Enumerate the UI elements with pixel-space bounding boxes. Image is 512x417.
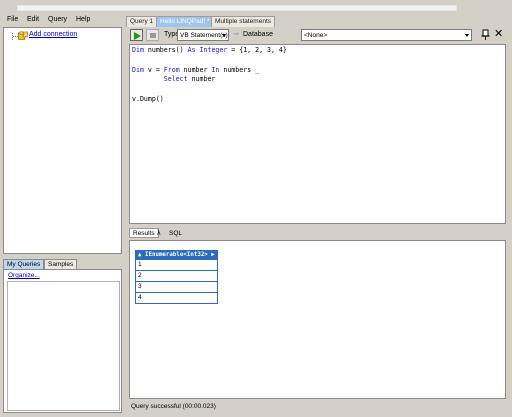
run-button[interactable]	[130, 29, 143, 41]
menu-bar: File Edit Query Help	[0, 14, 125, 26]
language-select[interactable]: VB Statement(s)	[177, 29, 229, 41]
code-editor[interactable]: Dim numbers() As Integer = {1, 2, 3, 4} …	[129, 44, 506, 224]
table-cell: 1	[135, 259, 218, 271]
table-row: 1	[135, 259, 218, 271]
menu-help[interactable]: Help	[76, 16, 90, 24]
keyword: Dim	[132, 66, 144, 74]
status-text: Query successful (00:00.023)	[131, 403, 216, 410]
menu-edit[interactable]: Edit	[27, 16, 39, 24]
my-queries-panel: Organize...	[3, 269, 122, 413]
code-line-4: Select number	[163, 75, 216, 83]
tab-samples[interactable]: Samples	[44, 259, 78, 269]
stop-button[interactable]	[146, 29, 159, 41]
table-row: 4	[135, 292, 218, 304]
results-pane: ▲ IEnumerable<Int32> ▶ 1 2 3 4	[129, 240, 506, 399]
tab-results[interactable]: Results	[129, 228, 159, 238]
keyword: In	[211, 66, 220, 74]
table-row: 2	[135, 270, 218, 282]
tab-hello-linqpad[interactable]: Hello LINQPad! *	[156, 16, 214, 27]
left-tabs: My Queries Samples	[3, 259, 123, 269]
tab-query-1[interactable]: Query 1	[126, 16, 158, 27]
connections-panel: Add connection	[3, 27, 122, 254]
result-table: ▲ IEnumerable<Int32> ▶ 1 2 3 4	[135, 250, 218, 304]
play-icon	[134, 32, 141, 40]
result-tabs: Results λ SQL	[126, 227, 511, 239]
database-label: Database	[243, 31, 273, 38]
table-cell: 2	[135, 270, 218, 282]
keyword: Select	[163, 75, 188, 83]
stop-icon	[150, 33, 156, 38]
result-table-header[interactable]: ▲ IEnumerable<Int32> ▶	[135, 250, 218, 260]
code-line-3: Dim v = From number In numbers _	[132, 66, 260, 74]
keyword: Integer	[199, 46, 228, 54]
tab-my-queries[interactable]: My Queries	[3, 259, 45, 269]
code-line-1: Dim numbers() As Integer = {1, 2, 3, 4}	[132, 46, 287, 54]
chevron-down-icon	[465, 34, 469, 37]
keyword: As	[187, 46, 196, 54]
query-toolbar: Type VB Statement(s) ⇒ Database <None> ✕	[126, 27, 511, 43]
query-tabs: Query 1 Hello LINQPad! * Multiple statem…	[126, 15, 511, 27]
status-bar: Query successful (00:00.023)	[126, 399, 511, 414]
tab-multiple-statements[interactable]: Multiple statements	[211, 16, 275, 27]
organize-link[interactable]: Organize...	[8, 272, 40, 280]
language-select-value: VB Statement(s)	[180, 32, 228, 39]
pin-icon[interactable]	[480, 29, 491, 41]
close-icon[interactable]: ✕	[494, 28, 503, 40]
keyword: Dim	[132, 46, 144, 54]
add-connection-link[interactable]: Add connection	[29, 31, 77, 39]
tab-lambda[interactable]: λ	[157, 229, 161, 238]
code-line-6: v.Dump()	[132, 95, 164, 103]
table-cell: 3	[135, 281, 218, 293]
editor-scroll-margin	[505, 44, 511, 224]
database-select[interactable]: <None>	[301, 29, 472, 41]
menu-file[interactable]: File	[7, 16, 18, 24]
menu-query[interactable]: Query	[48, 16, 67, 24]
database-select-value: <None>	[304, 32, 328, 39]
database-arrow-icon: ⇒	[233, 31, 239, 38]
chevron-down-icon	[222, 34, 226, 37]
keyword: From	[163, 66, 180, 74]
database-icon	[18, 31, 28, 40]
table-cell: 4	[135, 292, 218, 304]
title-strip-field	[17, 5, 457, 11]
tab-sql[interactable]: SQL	[169, 229, 182, 238]
title-strip	[0, 0, 512, 14]
queries-list[interactable]	[7, 281, 120, 411]
table-row: 3	[135, 281, 218, 293]
